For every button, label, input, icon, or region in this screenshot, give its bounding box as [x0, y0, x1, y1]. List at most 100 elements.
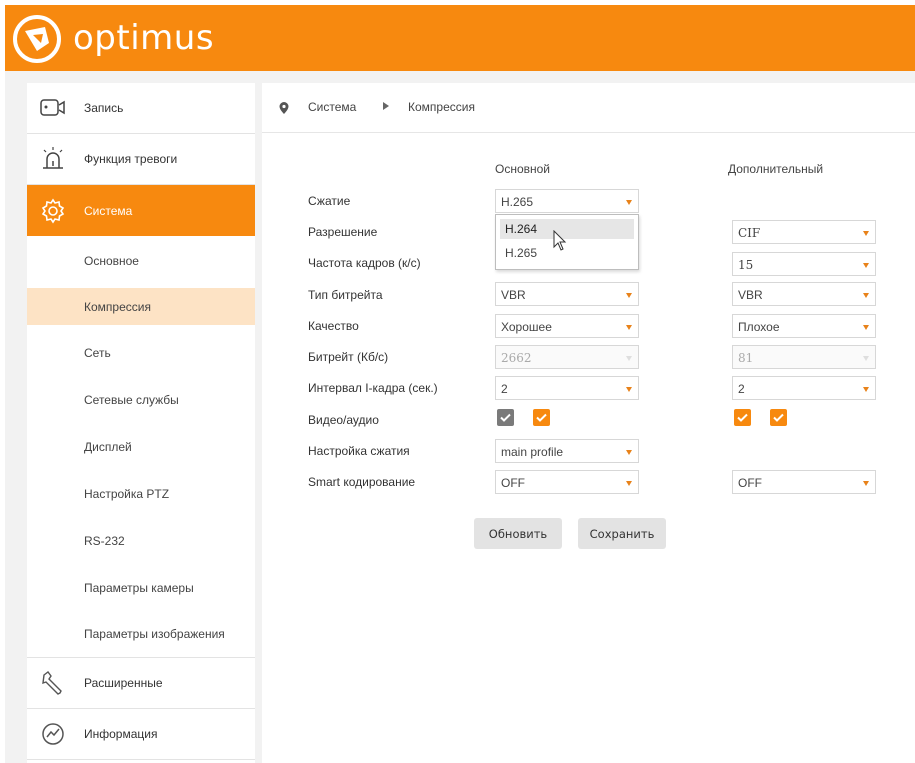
- select-value: 15: [738, 258, 754, 272]
- sidebar-subitem-label: Сетевые службы: [84, 392, 179, 407]
- label-smart-coding: Smart кодирование: [308, 475, 416, 489]
- select-value: OFF: [501, 476, 525, 490]
- sidebar-item-info[interactable]: Информация: [27, 709, 255, 760]
- sidebar-subitem-label: Дисплей: [84, 439, 132, 454]
- label-resolution: Разрешение: [308, 225, 378, 239]
- chevron-down-icon: [626, 481, 632, 486]
- main-iframe-interval-select[interactable]: 2: [495, 376, 639, 400]
- alarm-icon: [39, 145, 67, 173]
- sidebar-subitem-image-params[interactable]: Параметры изображения: [27, 611, 255, 658]
- extra-video-checkbox[interactable]: [734, 409, 751, 426]
- chevron-down-icon: [626, 450, 632, 455]
- label-compression-setting: Настройка сжатия: [308, 444, 410, 458]
- chevron-down-icon: [626, 325, 632, 330]
- select-value: OFF: [738, 476, 762, 490]
- refresh-button[interactable]: Обновить: [474, 518, 562, 549]
- extra-quality-select[interactable]: Плохое: [732, 314, 876, 338]
- optimus-logo-icon: [13, 15, 61, 63]
- sidebar-subitem-rs232[interactable]: RS-232: [27, 517, 255, 564]
- sidebar-item-alarm[interactable]: Функция тревоги: [27, 134, 255, 185]
- select-value: H.265: [501, 195, 534, 209]
- sidebar-subitem-compression[interactable]: Компрессия: [27, 288, 255, 325]
- breadcrumb-compression: Компрессия: [408, 100, 475, 114]
- checkmark-icon: [536, 413, 547, 422]
- chevron-down-icon: [626, 200, 632, 205]
- main-compression-setting-select[interactable]: main profile: [495, 439, 639, 463]
- sidebar-item-advanced[interactable]: Расширенные: [27, 658, 255, 709]
- chevron-down-icon: [626, 387, 632, 392]
- sidebar-subitem-label: Настройка PTZ: [84, 486, 170, 501]
- main-panel: Система Компрессия Основной Дополнительн…: [262, 83, 915, 763]
- main-quality-select[interactable]: Хорошее: [495, 314, 639, 338]
- select-value: 2: [738, 382, 745, 396]
- select-value: 81: [738, 351, 754, 365]
- select-value: Плохое: [738, 320, 780, 334]
- extra-audio-checkbox[interactable]: [770, 409, 787, 426]
- breadcrumb: Система Компрессия: [262, 83, 915, 133]
- sidebar-subitem-label: Параметры изображения: [84, 627, 225, 641]
- label-framerate: Частота кадров (к/с): [308, 256, 421, 270]
- select-value: 2662: [501, 351, 532, 365]
- sidebar-subitem-label: Основное: [84, 254, 139, 268]
- checkmark-icon: [500, 413, 511, 422]
- sidebar-subitem-label: Параметры камеры: [84, 580, 194, 595]
- label-quality: Качество: [308, 319, 359, 333]
- extra-smart-coding-select[interactable]: OFF: [732, 470, 876, 494]
- main-bitrate-select: 2662: [495, 345, 639, 369]
- chevron-down-icon: [863, 387, 869, 392]
- main-bitrate-type-select[interactable]: VBR: [495, 282, 639, 306]
- sidebar-item-label: Запись: [84, 101, 124, 115]
- select-value: VBR: [501, 288, 526, 302]
- main-compression-select[interactable]: H.265: [495, 189, 639, 213]
- select-value: main profile: [501, 445, 564, 459]
- checkmark-icon: [773, 413, 784, 422]
- breadcrumb-separator-icon: [383, 102, 389, 110]
- chevron-down-icon: [863, 231, 869, 236]
- sidebar-subitem-display[interactable]: Дисплей: [27, 423, 255, 470]
- sidebar-item-label: Расширенные: [84, 676, 163, 690]
- extra-bitrate-select: 81: [732, 345, 876, 369]
- sidebar-item-system[interactable]: Система: [27, 185, 255, 236]
- mouse-cursor-icon: [553, 230, 567, 251]
- main-video-checkbox[interactable]: [497, 409, 514, 426]
- sidebar-item-label: Функция тревоги: [84, 152, 178, 166]
- label-bitrate-type: Тип битрейта: [308, 288, 383, 302]
- select-value: Хорошее: [501, 320, 552, 334]
- main-smart-coding-select[interactable]: OFF: [495, 470, 639, 494]
- select-value: VBR: [738, 288, 763, 302]
- extra-framerate-select[interactable]: 15: [732, 252, 876, 276]
- sidebar-subitem-network-services[interactable]: Сетевые службы: [27, 376, 255, 423]
- dropdown-option-label: H.264: [505, 222, 538, 236]
- breadcrumb-system[interactable]: Система: [308, 100, 356, 114]
- sidebar-item-recording[interactable]: Запись: [27, 83, 255, 134]
- main-audio-checkbox[interactable]: [533, 409, 550, 426]
- sidebar-item-label: Система: [84, 203, 133, 218]
- camera-icon: [39, 94, 67, 122]
- wrench-icon: [39, 669, 67, 697]
- extra-iframe-interval-select[interactable]: 2: [732, 376, 876, 400]
- sidebar-subitem-camera-params[interactable]: Параметры камеры: [27, 564, 255, 611]
- chevron-down-icon: [626, 293, 632, 298]
- chevron-down-icon: [863, 293, 869, 298]
- app-header: optimus: [5, 5, 915, 71]
- sidebar-subitem-label: RS-232: [84, 533, 125, 548]
- sidebar-subitem-network[interactable]: Сеть: [27, 330, 255, 376]
- extra-resolution-select[interactable]: CIF: [732, 220, 876, 244]
- chevron-down-icon: [626, 356, 632, 361]
- chevron-down-icon: [863, 325, 869, 330]
- chevron-down-icon: [863, 481, 869, 486]
- brand-name: optimus: [73, 18, 215, 58]
- checkmark-icon: [737, 413, 748, 422]
- sidebar-subitem-label: Компрессия: [84, 299, 151, 314]
- label-compression: Сжатие: [308, 194, 351, 208]
- sidebar-subitem-ptz[interactable]: Настройка PTZ: [27, 470, 255, 517]
- chart-info-icon: [39, 720, 67, 748]
- label-video-audio: Видео/аудио: [308, 413, 379, 427]
- dropdown-option-label: H.265: [505, 246, 538, 260]
- save-button[interactable]: Сохранить: [578, 518, 666, 549]
- select-value: CIF: [738, 226, 761, 240]
- select-value: 2: [501, 382, 508, 396]
- sidebar-subitem-general[interactable]: Основное: [27, 236, 255, 286]
- column-header-main: Основной: [495, 162, 551, 176]
- extra-bitrate-type-select[interactable]: VBR: [732, 282, 876, 306]
